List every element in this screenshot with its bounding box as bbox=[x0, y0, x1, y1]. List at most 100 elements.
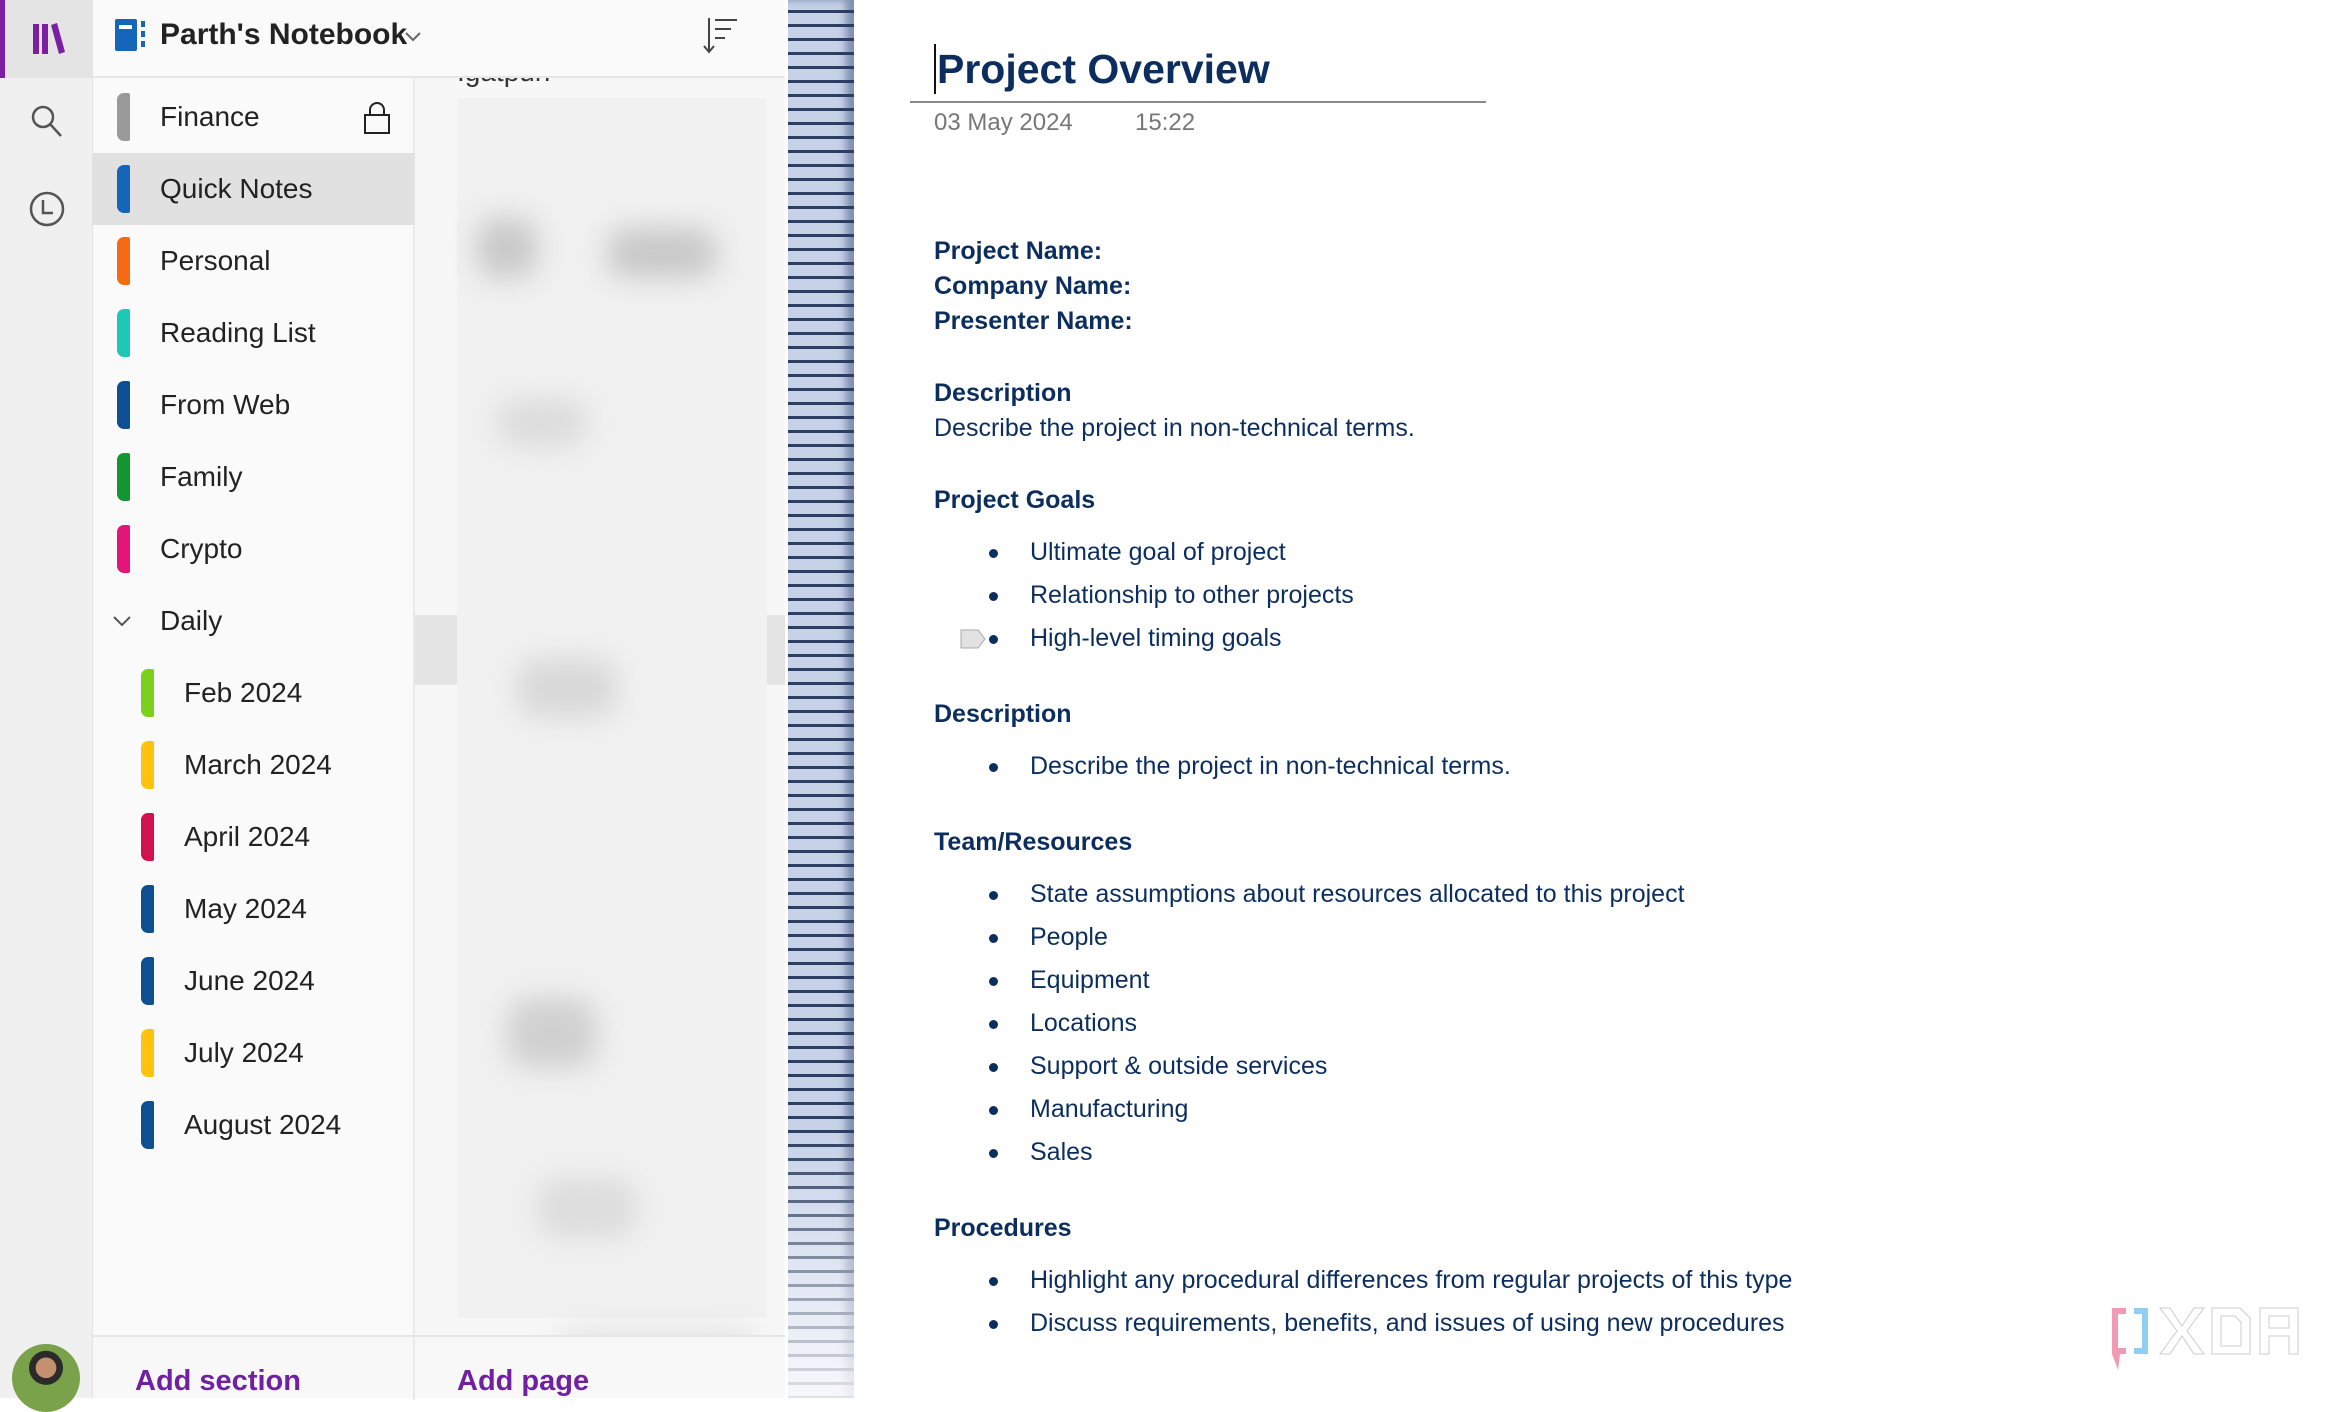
section-label: Personal bbox=[160, 245, 271, 276]
pages-list: Igatpuri bbox=[415, 78, 785, 1335]
notebook-title[interactable]: Parth's Notebook bbox=[160, 18, 407, 52]
section-heading[interactable]: Description bbox=[934, 376, 2234, 411]
section-heading[interactable]: Team/Resources bbox=[934, 825, 2234, 860]
section-item[interactable]: From Web bbox=[93, 369, 415, 441]
section-item[interactable]: Crypto bbox=[93, 513, 415, 585]
section-item[interactable]: Quick Notes bbox=[93, 153, 415, 225]
bullet-item[interactable]: Manufacturing bbox=[934, 1088, 2234, 1131]
blurred-page-list bbox=[457, 98, 767, 1335]
sections-list: Finance Quick Notes Personal Reading List Fr… bbox=[93, 78, 415, 1335]
page-canvas[interactable]: Project Overview 03 May 2024 15:22 Proje… bbox=[855, 0, 2352, 1398]
section-label: Quick Notes bbox=[160, 173, 313, 204]
user-avatar[interactable] bbox=[12, 1344, 80, 1412]
bullet-item[interactable]: State assumptions about resources alloca… bbox=[934, 873, 2234, 916]
bullet-item[interactable]: Relationship to other projects bbox=[934, 574, 2234, 617]
content-block: Procedures Highlight any procedural diffe… bbox=[934, 1211, 2234, 1345]
add-section-button[interactable]: Add section bbox=[135, 1365, 301, 1398]
section-color-tab bbox=[117, 93, 130, 141]
tag-icon[interactable] bbox=[960, 629, 986, 649]
bullet-item[interactable]: Highlight any procedural differences fro… bbox=[934, 1259, 2234, 1302]
search-icon bbox=[31, 105, 62, 137]
page-title[interactable]: Project Overview bbox=[934, 44, 1270, 94]
bullet-text: Support & outside services bbox=[1030, 1052, 1328, 1080]
binding-fade bbox=[788, 1130, 854, 1398]
section-item[interactable]: May 2024 bbox=[93, 873, 415, 945]
bullet-item[interactable]: High-level timing goals bbox=[934, 617, 2234, 660]
section-color-tab bbox=[141, 813, 154, 861]
notebooks-button[interactable] bbox=[0, 0, 93, 78]
section-color-tab bbox=[117, 309, 130, 357]
bullet-item[interactable]: Support & outside services bbox=[934, 1045, 2234, 1088]
section-label: Feb 2024 bbox=[184, 677, 303, 708]
bullet-text: Relationship to other projects bbox=[1030, 581, 1354, 609]
bullet-item[interactable]: Discuss requirements, benefits, and issu… bbox=[934, 1302, 2234, 1345]
lock-icon bbox=[364, 102, 390, 134]
left-rail bbox=[0, 0, 93, 1412]
bullet-text: State assumptions about resources alloca… bbox=[1030, 880, 1685, 908]
section-heading[interactable]: Project Goals bbox=[934, 483, 2234, 518]
content-block: Description Describe the project in non-t… bbox=[934, 697, 2234, 788]
section-item[interactable]: July 2024 bbox=[93, 1017, 415, 1089]
page-content[interactable]: Project Name: Company Name: Presenter Name… bbox=[934, 234, 2234, 1345]
section-label: Finance bbox=[160, 101, 260, 132]
content-block: Team/Resources State assumptions about re… bbox=[934, 825, 2234, 1174]
library-icon bbox=[33, 23, 65, 54]
bullet-item[interactable]: Sales bbox=[934, 1131, 2234, 1174]
section-item[interactable]: March 2024 bbox=[93, 729, 415, 801]
bullet-text: Discuss requirements, benefits, and issu… bbox=[1030, 1309, 1785, 1337]
bullet-text: Highlight any procedural differences fro… bbox=[1030, 1266, 1793, 1294]
section-item[interactable]: Family bbox=[93, 441, 415, 513]
bullet-icon bbox=[989, 1106, 998, 1115]
section-item[interactable]: April 2024 bbox=[93, 801, 415, 873]
bullet-item[interactable]: People bbox=[934, 916, 2234, 959]
section-item[interactable]: Personal bbox=[93, 225, 415, 297]
content-block: Project Goals Ultimate goal of project Rel… bbox=[934, 483, 2234, 660]
history-clock-icon bbox=[29, 191, 64, 227]
bullet-icon bbox=[989, 763, 998, 772]
section-color-tab bbox=[141, 885, 154, 933]
field-label[interactable]: Company Name: bbox=[934, 269, 2234, 304]
bullet-text: People bbox=[1030, 923, 1108, 951]
section-item[interactable]: August 2024 bbox=[93, 1089, 415, 1161]
title-underline bbox=[910, 101, 1486, 103]
section-item[interactable]: Feb 2024 bbox=[93, 657, 415, 729]
bullet-icon bbox=[989, 1063, 998, 1072]
notebook-header: Parth's Notebook bbox=[93, 0, 785, 78]
bullet-item[interactable]: Ultimate goal of project bbox=[934, 531, 2234, 574]
section-color-tab bbox=[117, 381, 130, 429]
chevron-down-icon[interactable] bbox=[403, 20, 423, 54]
field-label[interactable]: Presenter Name: bbox=[934, 304, 2234, 339]
add-page-button[interactable]: Add page bbox=[457, 1365, 589, 1398]
paragraph[interactable]: Describe the project in non-technical te… bbox=[934, 411, 2234, 446]
bullet-text: Sales bbox=[1030, 1138, 1093, 1166]
section-label: April 2024 bbox=[184, 821, 311, 852]
bullet-text: Ultimate goal of project bbox=[1030, 538, 1286, 566]
bullet-text: Describe the project in non-technical te… bbox=[1030, 752, 1511, 780]
page-date: 03 May 2024 bbox=[934, 109, 1073, 136]
search-button[interactable] bbox=[0, 82, 93, 160]
bullet-item[interactable]: Equipment bbox=[934, 959, 2234, 1002]
page-item-title[interactable]: Igatpuri bbox=[457, 78, 550, 88]
sort-icon[interactable] bbox=[701, 16, 741, 56]
field-label[interactable]: Project Name: bbox=[934, 234, 2234, 269]
chevron-down-icon[interactable] bbox=[111, 610, 133, 632]
recent-button[interactable] bbox=[0, 170, 93, 248]
bullet-icon bbox=[989, 977, 998, 986]
section-group[interactable]: Daily bbox=[93, 585, 415, 657]
section-heading[interactable]: Procedures bbox=[934, 1211, 2234, 1246]
section-label: Family bbox=[160, 461, 243, 492]
section-color-tab bbox=[141, 741, 154, 789]
bullet-item[interactable]: Describe the project in non-technical te… bbox=[934, 745, 2234, 788]
section-item[interactable]: June 2024 bbox=[93, 945, 415, 1017]
section-item[interactable]: Reading List bbox=[93, 297, 415, 369]
bullet-item[interactable]: Locations bbox=[934, 1002, 2234, 1045]
section-heading[interactable]: Description bbox=[934, 697, 2234, 732]
section-label: June 2024 bbox=[184, 965, 315, 996]
section-label: Daily bbox=[160, 605, 223, 636]
section-label: Crypto bbox=[160, 533, 243, 564]
bullet-icon bbox=[989, 891, 998, 900]
section-color-tab bbox=[141, 957, 154, 1005]
bullet-text: Manufacturing bbox=[1030, 1095, 1189, 1123]
section-item[interactable]: Finance bbox=[93, 81, 415, 153]
bullet-text: Locations bbox=[1030, 1009, 1138, 1037]
